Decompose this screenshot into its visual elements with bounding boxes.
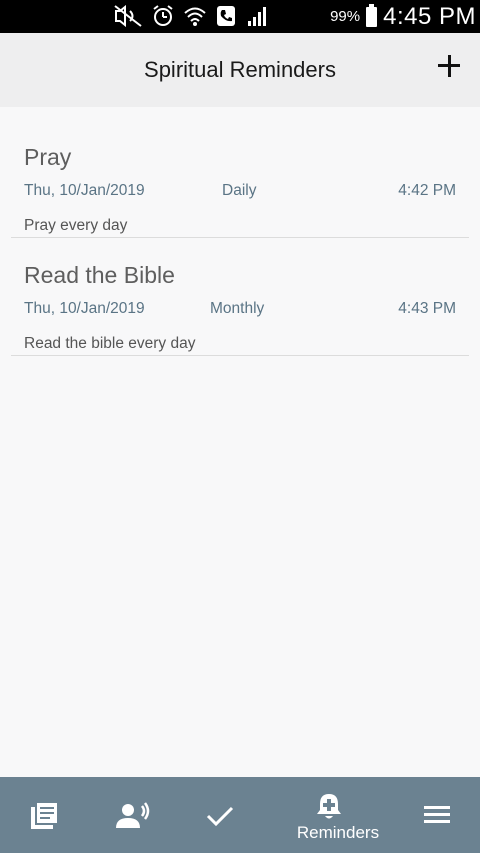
alarm-icon [153, 5, 173, 26]
reminder-date: Thu, 10/Jan/2019 [24, 300, 145, 317]
reminder-title: Pray [24, 144, 72, 170]
reminder-note: Read the bible every day [24, 335, 196, 352]
reminder-list: Pray Thu, 10/Jan/2019 Daily 4:42 PM Pray… [11, 120, 469, 356]
app-header: Spiritual Reminders [0, 33, 480, 107]
list-item[interactable]: Read the Bible Thu, 10/Jan/2019 Monthly … [11, 238, 469, 356]
book-list-icon [31, 803, 57, 829]
add-reminder-button[interactable] [436, 53, 462, 79]
reminder-frequency: Daily [222, 182, 257, 199]
nav-item-menu[interactable] [396, 777, 476, 853]
status-right: 99% 4:45 PM [330, 0, 476, 33]
reminder-time: 4:42 PM [398, 182, 456, 199]
page-title: Spiritual Reminders [144, 57, 336, 82]
menu-icon [424, 806, 450, 823]
reminder-title: Read the Bible [24, 262, 175, 288]
checkmark-icon [206, 806, 234, 827]
reminder-time: 4:43 PM [398, 300, 456, 317]
speaking-person-icon [116, 802, 150, 828]
nav-item-speak[interactable] [92, 777, 172, 853]
list-item[interactable]: Pray Thu, 10/Jan/2019 Daily 4:42 PM Pray… [11, 120, 469, 238]
status-bar: 99% 4:45 PM [0, 0, 480, 33]
clock: 4:45 PM [383, 2, 476, 30]
nav-label-reminders: Reminders [296, 823, 380, 842]
nav-item-done[interactable] [180, 777, 260, 853]
wifi-icon [184, 7, 206, 26]
mute-icon [114, 5, 142, 27]
status-icons [114, 5, 268, 27]
bottom-nav: Reminders [0, 777, 480, 853]
reminder-note: Pray every day [24, 217, 128, 234]
phone-call-icon [217, 6, 235, 26]
reminder-frequency: Monthly [210, 300, 265, 317]
bell-plus-icon [317, 794, 341, 819]
battery-icon [366, 3, 378, 27]
reminder-date: Thu, 10/Jan/2019 [24, 182, 145, 199]
battery-percent: 99% [330, 8, 361, 25]
nav-item-library[interactable] [4, 777, 84, 853]
signal-icon [248, 7, 266, 26]
nav-item-reminders[interactable]: Reminders [288, 777, 379, 853]
